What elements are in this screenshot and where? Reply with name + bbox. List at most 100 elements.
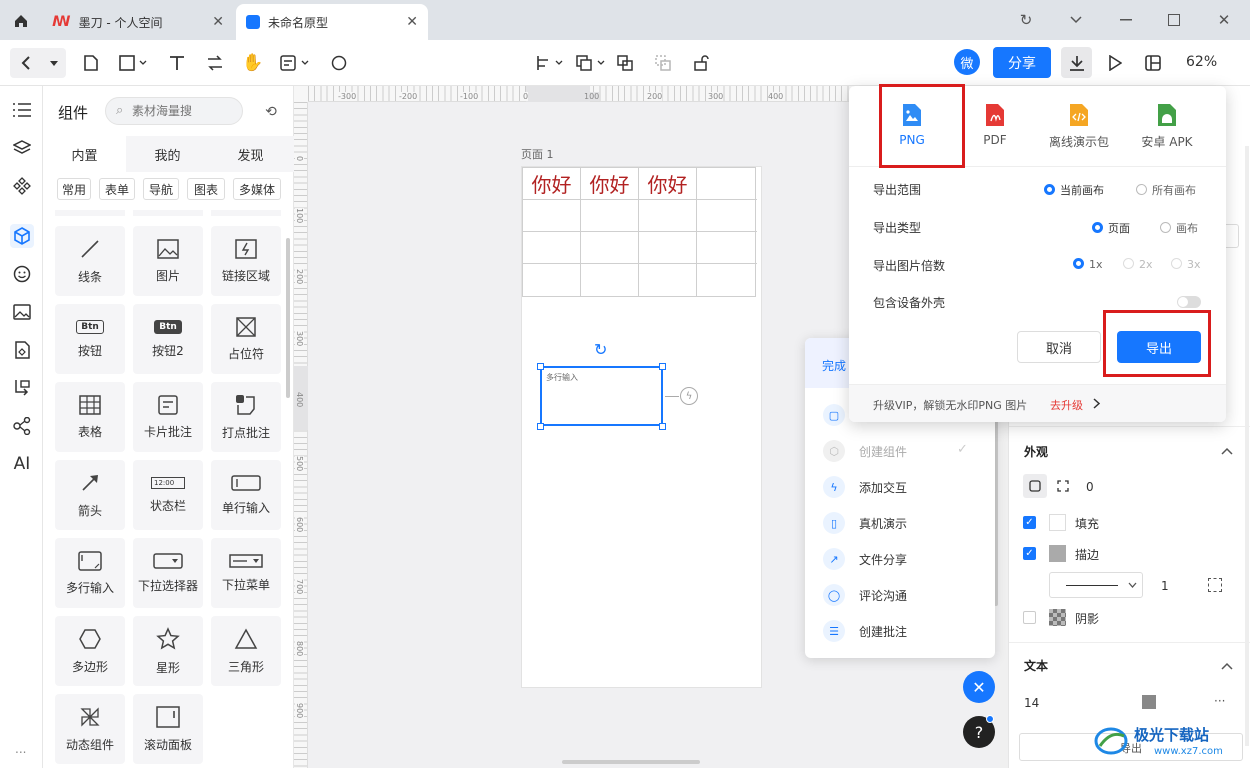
component-dropdown-select[interactable]: 下拉选择器 — [133, 538, 203, 608]
range-current-option[interactable]: 当前画布 — [1044, 182, 1104, 198]
table-cell[interactable] — [697, 232, 757, 264]
page-icon[interactable] — [78, 50, 104, 76]
shadow-color-swatch[interactable] — [1049, 609, 1066, 626]
history-icon[interactable]: ⟲ — [261, 102, 281, 122]
panel-scrollbar[interactable] — [286, 238, 290, 398]
component-card-note[interactable]: 卡片批注 — [133, 382, 203, 452]
collapse-icon[interactable] — [1221, 659, 1233, 673]
layout-icon[interactable] — [1140, 50, 1166, 76]
guide-item-create-component[interactable]: ⬡ 创建组件 — [823, 440, 907, 462]
table-cell[interactable] — [697, 264, 757, 296]
radius-individual-icon[interactable] — [1051, 474, 1075, 498]
stroke-width-value[interactable]: 1 — [1161, 579, 1169, 593]
tab-prototype[interactable]: 未命名原型 ✕ — [236, 4, 428, 40]
wechat-avatar[interactable]: 微 — [954, 49, 980, 75]
stroke-position-icon[interactable] — [1208, 578, 1222, 592]
component-polygon[interactable]: 多边形 — [55, 616, 125, 686]
maximize-icon[interactable] — [1164, 10, 1184, 30]
upgrade-link[interactable]: 去升级 — [1050, 397, 1083, 413]
chip-common[interactable]: 常用 — [57, 178, 91, 200]
table-cell[interactable] — [523, 232, 581, 264]
emoji-icon[interactable] — [10, 262, 34, 286]
comment-icon[interactable] — [326, 50, 352, 76]
table-cell[interactable] — [697, 200, 757, 232]
cancel-button[interactable]: 取消 — [1017, 331, 1101, 363]
component-line[interactable]: 线条 — [55, 226, 125, 296]
chevron-down-icon[interactable] — [1066, 10, 1086, 30]
play-icon[interactable] — [1102, 50, 1128, 76]
guide-item-file-share[interactable]: ↗ 文件分享 — [823, 548, 907, 570]
table-cell[interactable]: 你好 — [639, 168, 697, 200]
tab-discover[interactable]: 发现 — [209, 136, 292, 172]
more-options-icon[interactable]: ··· — [1214, 694, 1225, 708]
arrange-icon[interactable] — [574, 50, 610, 76]
download-icon[interactable] — [1061, 47, 1092, 78]
text-color-swatch[interactable] — [1142, 695, 1156, 709]
resize-handle[interactable] — [537, 363, 544, 370]
shadow-checkbox[interactable] — [1023, 611, 1036, 624]
format-offline-demo[interactable]: 离线演示包 — [1041, 98, 1117, 166]
back-icon[interactable] — [14, 51, 38, 75]
components-icon[interactable] — [10, 224, 34, 248]
radio-selected[interactable] — [1073, 258, 1084, 269]
connector-tool-icon[interactable] — [202, 50, 228, 76]
range-all-option[interactable]: 所有画布 — [1136, 182, 1196, 198]
component-triangle[interactable]: 三角形 — [211, 616, 281, 686]
format-android-apk[interactable]: 安卓 APK — [1129, 98, 1205, 166]
table-cell[interactable] — [639, 264, 697, 296]
textarea-component[interactable]: 多行输入 — [540, 366, 663, 426]
radio[interactable] — [1160, 222, 1171, 233]
rectangle-tool-icon[interactable] — [114, 50, 154, 76]
close-icon[interactable]: ✕ — [406, 14, 418, 30]
component-placeholder[interactable]: 占位符 — [211, 304, 281, 374]
device-shell-toggle[interactable] — [1177, 296, 1201, 308]
unlock-icon[interactable] — [690, 50, 716, 76]
table-cell[interactable] — [581, 200, 639, 232]
hand-tool-icon[interactable]: ✋ — [240, 50, 266, 76]
table-cell[interactable] — [639, 200, 697, 232]
table-cell[interactable]: 你好 — [581, 168, 639, 200]
resize-handle[interactable] — [537, 423, 544, 430]
minimize-icon[interactable] — [1116, 10, 1136, 30]
font-size-value[interactable]: 14 — [1024, 696, 1039, 710]
fill-color-swatch[interactable] — [1049, 514, 1066, 531]
table-cell[interactable] — [581, 232, 639, 264]
type-page-option[interactable]: 页面 — [1092, 220, 1130, 236]
radius-value[interactable]: 0 — [1086, 480, 1094, 494]
component-single-input[interactable]: 单行输入 — [211, 460, 281, 530]
table-cell[interactable] — [697, 168, 757, 200]
component-dot-note[interactable]: 打点批注 — [211, 382, 281, 452]
chip-chart[interactable]: 图表 — [187, 178, 225, 200]
horizontal-scrollbar[interactable] — [562, 760, 700, 764]
window-close-icon[interactable]: ✕ — [1214, 10, 1234, 30]
tab-personal-space[interactable]: ꟿ 墨刀 - 个人空间 ✕ — [42, 4, 234, 40]
radio[interactable] — [1136, 184, 1147, 195]
guide-item-device-preview[interactable]: ▯ 真机演示 — [823, 512, 907, 534]
outline-icon[interactable] — [10, 98, 34, 122]
search-box[interactable]: ⌕ — [105, 97, 243, 125]
guide-item-page[interactable]: ▢ — [823, 404, 845, 426]
material-icon[interactable] — [10, 338, 34, 362]
image-icon[interactable] — [10, 300, 34, 324]
stroke-checkbox[interactable]: ✓ — [1023, 547, 1036, 560]
refresh-icon[interactable]: ↻ — [1016, 10, 1036, 30]
mindmap-icon[interactable] — [10, 414, 34, 438]
group-icon[interactable] — [612, 50, 638, 76]
component-image[interactable]: 图片 — [133, 226, 203, 296]
table-cell[interactable]: 你好 — [523, 168, 581, 200]
chip-media[interactable]: 多媒体 — [233, 178, 281, 200]
tab-builtin[interactable]: 内置 — [43, 136, 126, 172]
lightning-icon[interactable]: ϟ — [680, 387, 698, 405]
component-library-icon[interactable] — [10, 174, 34, 198]
collapse-icon[interactable] — [1221, 444, 1233, 458]
caret-down-icon[interactable] — [46, 51, 62, 75]
radio-disabled[interactable] — [1123, 258, 1134, 269]
home-icon[interactable] — [10, 10, 32, 32]
component-dynamic[interactable]: 动态组件 — [55, 694, 125, 764]
ai-icon[interactable]: AI — [10, 452, 34, 476]
search-input[interactable] — [132, 102, 238, 120]
stroke-color-swatch[interactable] — [1049, 545, 1066, 562]
guide-item-comment[interactable]: ◯ 评论沟通 — [823, 584, 907, 606]
table-cell[interactable] — [639, 232, 697, 264]
guide-item-annotation[interactable]: ☰ 创建批注 — [823, 620, 907, 642]
